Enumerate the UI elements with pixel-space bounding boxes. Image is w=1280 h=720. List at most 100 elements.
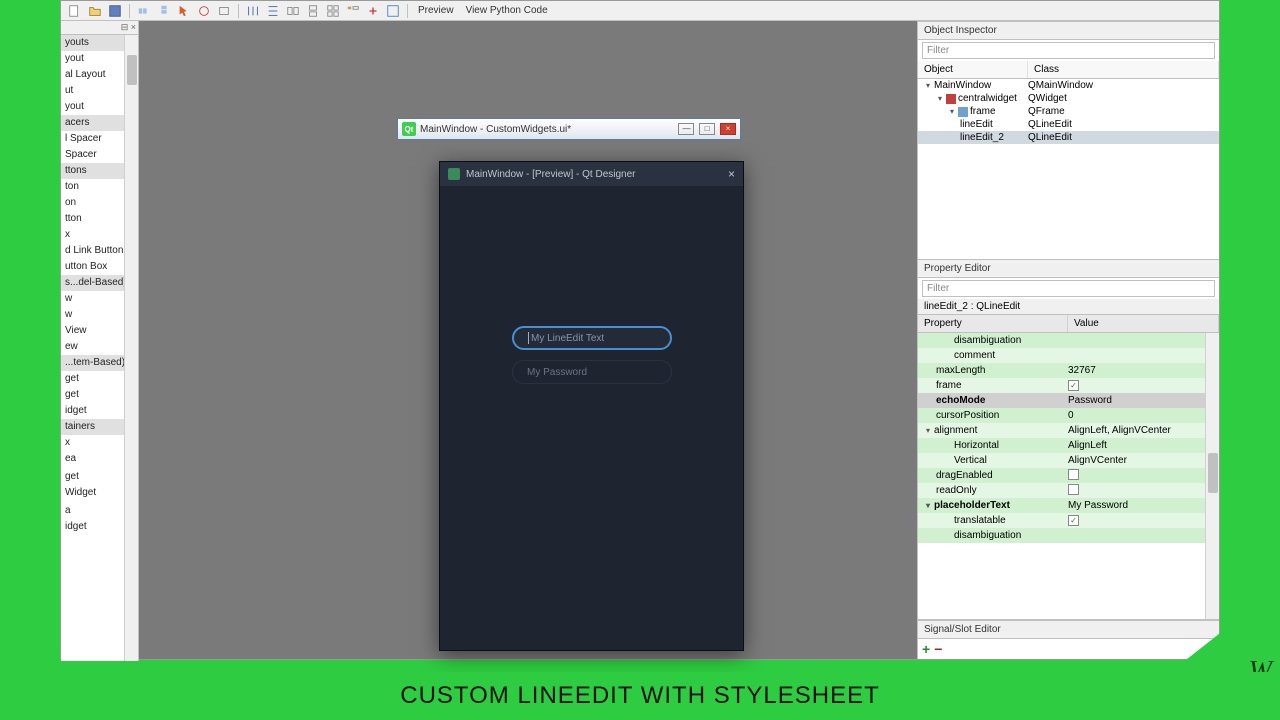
property-row[interactable]: VerticalAlignVCenter — [918, 453, 1219, 468]
property-row[interactable]: maxLength32767 — [918, 363, 1219, 378]
buddy-icon[interactable] — [216, 3, 232, 19]
vsplit-icon[interactable] — [305, 3, 321, 19]
property-name: alignment — [934, 425, 977, 436]
tree-expander-icon[interactable]: ▾ — [948, 107, 956, 116]
checkbox[interactable]: ✓ — [1068, 380, 1079, 391]
editor-titlebar[interactable]: Qt MainWindow - CustomWidgets.ui* — □ × — [397, 118, 741, 140]
class-column-header[interactable]: Class — [1028, 61, 1219, 78]
remove-signal-button[interactable]: − — [934, 641, 942, 657]
adjust-icon[interactable] — [385, 3, 401, 19]
save-icon[interactable] — [107, 3, 123, 19]
preview-button[interactable]: Preview — [414, 5, 458, 16]
object-tree-row[interactable]: ▾MainWindowQMainWindow — [918, 79, 1219, 92]
checkbox[interactable] — [1068, 469, 1079, 480]
cursor-icon[interactable] — [176, 3, 192, 19]
lineedit-password-input[interactable]: My Password — [512, 360, 672, 384]
property-row[interactable]: translatable✓ — [918, 513, 1219, 528]
widget-box-close[interactable]: ⊟ × — [121, 22, 136, 33]
property-value[interactable] — [1068, 469, 1219, 483]
property-value[interactable]: Password — [1068, 395, 1219, 406]
checkbox[interactable]: ✓ — [1068, 515, 1079, 526]
layout-v-icon[interactable] — [156, 3, 172, 19]
object-name: lineEdit_2 — [960, 132, 1004, 143]
tree-expander-icon[interactable]: ▾ — [924, 426, 932, 435]
property-name: disambiguation — [954, 335, 1021, 346]
property-row[interactable]: readOnly — [918, 483, 1219, 498]
new-form-icon[interactable] — [67, 3, 83, 19]
form-icon[interactable] — [345, 3, 361, 19]
property-row[interactable]: dragEnabled — [918, 468, 1219, 483]
property-row[interactable]: ▾alignment AlignLeft, AlignVCenter — [918, 423, 1219, 438]
layout-h-icon[interactable] — [136, 3, 152, 19]
tree-expander-icon[interactable]: ▾ — [924, 81, 932, 90]
widget-box: ⊟ × youtsyoutal Layoututyoutacersl Space… — [61, 21, 139, 661]
property-column-header[interactable]: Property — [918, 315, 1068, 332]
object-class: QFrame — [1028, 106, 1219, 117]
design-canvas: Qt MainWindow - CustomWidgets.ui* — □ × … — [139, 21, 917, 659]
hsplit-icon[interactable] — [285, 3, 301, 19]
property-value[interactable]: My Password — [1068, 500, 1219, 511]
object-tree-row[interactable]: lineEdit_2 QLineEdit — [918, 131, 1219, 144]
object-inspector: Object Class ▾MainWindowQMainWindow▾cent… — [918, 61, 1219, 259]
break-icon[interactable] — [365, 3, 381, 19]
property-row[interactable]: disambiguation — [918, 528, 1219, 543]
preview-window: MainWindow - [Preview] - Qt Designer × M… — [439, 161, 744, 651]
property-value[interactable]: 32767 — [1068, 365, 1219, 376]
property-row[interactable]: frame ✓ — [918, 378, 1219, 393]
preview-titlebar[interactable]: MainWindow - [Preview] - Qt Designer × — [440, 162, 743, 186]
editor-title: MainWindow - CustomWidgets.ui* — [420, 124, 672, 135]
editor-min-button[interactable]: — — [678, 123, 694, 135]
property-editor-header: Property Editor — [918, 259, 1219, 278]
signal-icon[interactable] — [196, 3, 212, 19]
tree-expander-icon[interactable]: ▾ — [924, 501, 932, 510]
property-value[interactable]: AlignLeft — [1068, 440, 1219, 451]
text-cursor — [528, 332, 529, 344]
property-row[interactable]: echoModePassword — [918, 393, 1219, 408]
object-tree-row[interactable]: lineEditQLineEdit — [918, 118, 1219, 131]
property-value[interactable]: ✓ — [1068, 380, 1219, 391]
editor-max-button[interactable]: □ — [699, 123, 715, 135]
property-value[interactable] — [1068, 484, 1219, 498]
property-row[interactable]: cursorPosition0 — [918, 408, 1219, 423]
editor-close-button[interactable]: × — [720, 123, 736, 135]
property-name: placeholderText — [934, 500, 1010, 511]
object-class: QLineEdit — [1028, 132, 1219, 143]
property-row[interactable]: HorizontalAlignLeft — [918, 438, 1219, 453]
lineedit-text-input[interactable]: My LineEdit Text — [512, 326, 672, 350]
tree-expander-icon[interactable]: ▾ — [936, 94, 944, 103]
object-inspector-header: Object Inspector — [918, 21, 1219, 40]
value-column-header[interactable]: Value — [1068, 315, 1219, 332]
grid-icon[interactable] — [325, 3, 341, 19]
object-class: QWidget — [1028, 93, 1219, 104]
qt-designer-frame: Preview View Python Code ⊟ × youtsyoutal… — [60, 0, 1220, 660]
property-value[interactable]: AlignLeft, AlignVCenter — [1068, 425, 1219, 436]
property-value[interactable]: ✓ — [1068, 515, 1219, 526]
property-value[interactable]: AlignVCenter — [1068, 455, 1219, 466]
widget-box-header: ⊟ × — [61, 21, 138, 35]
right-panel: Object Inspector Filter Object Class ▾Ma… — [917, 21, 1219, 659]
view-code-button[interactable]: View Python Code — [462, 5, 552, 16]
property-name: disambiguation — [954, 530, 1021, 541]
object-name: frame — [970, 106, 996, 117]
object-name: lineEdit — [960, 119, 993, 130]
preview-close-button[interactable]: × — [728, 167, 735, 181]
vlayout-icon[interactable] — [265, 3, 281, 19]
property-row[interactable]: ▾placeholderText My Password — [918, 498, 1219, 513]
checkbox[interactable] — [1068, 484, 1079, 495]
add-signal-button[interactable]: + — [922, 641, 930, 657]
open-icon[interactable] — [87, 3, 103, 19]
property-name: comment — [954, 350, 995, 361]
preview-title: MainWindow - [Preview] - Qt Designer — [466, 169, 722, 180]
widget-box-scrollbar[interactable] — [124, 35, 138, 661]
property-row[interactable]: disambiguation — [918, 333, 1219, 348]
object-tree-row[interactable]: ▾centralwidgetQWidget — [918, 92, 1219, 105]
property-scrollbar[interactable] — [1205, 333, 1219, 619]
property-value[interactable]: 0 — [1068, 410, 1219, 421]
property-filter-input[interactable]: Filter — [922, 280, 1215, 297]
object-tree-row[interactable]: ▾ frame QFrame — [918, 105, 1219, 118]
hlayout-icon[interactable] — [245, 3, 261, 19]
object-column-header[interactable]: Object — [918, 61, 1028, 78]
property-name: frame — [936, 380, 962, 391]
object-filter-input[interactable]: Filter — [922, 42, 1215, 59]
property-row[interactable]: comment — [918, 348, 1219, 363]
